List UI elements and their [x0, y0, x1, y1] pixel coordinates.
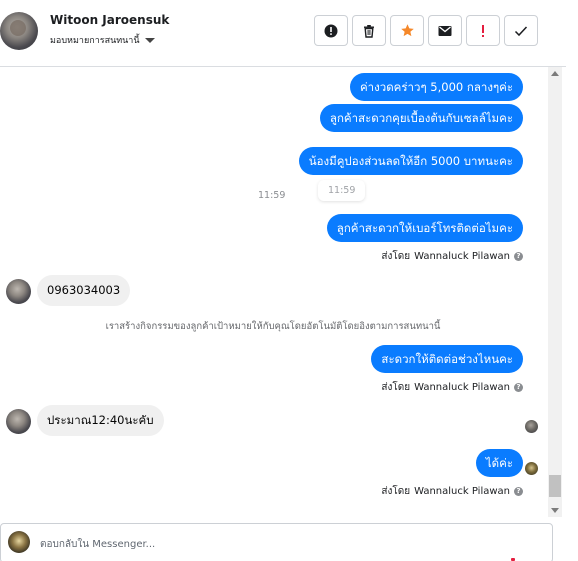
message-outgoing[interactable]: ลูกค้าสะดวกให้เบอร์โทรติดต่อไมคะ	[326, 214, 523, 242]
message-incoming[interactable]: 0963034003	[37, 275, 131, 306]
envelope-icon	[438, 25, 452, 36]
trash-icon	[364, 24, 374, 38]
exclamation-icon	[482, 24, 484, 37]
message-thread[interactable]: ค่างวดคร่าวๆ 5,000 กลางๆค่ะ ลูกค้าสะดวกค…	[0, 67, 566, 515]
read-receipt-avatar	[525, 420, 538, 433]
header-actions	[314, 15, 538, 46]
conversation-header: Witoon Jaroensuk มอบหมายการสนทนานี้	[0, 0, 566, 67]
assign-conversation-dropdown[interactable]: มอบหมายการสนทนานี้	[50, 33, 155, 47]
star-icon	[400, 24, 414, 37]
contact-name[interactable]: Witoon Jaroensuk	[50, 13, 169, 27]
priority-button[interactable]	[466, 15, 500, 46]
message-outgoing[interactable]: ได้ค่ะ	[475, 449, 523, 477]
sent-by-prefix: ส่งโดย	[381, 382, 411, 393]
scroll-down-arrow-icon[interactable]	[551, 508, 559, 513]
sender-name[interactable]: Wannaluck Pilawan	[414, 251, 510, 262]
message-outgoing[interactable]: ค่างวดคร่าวๆ 5,000 กลางๆค่ะ	[349, 73, 523, 101]
page-avatar	[8, 531, 30, 553]
report-button[interactable]	[314, 15, 348, 46]
sender-name[interactable]: Wannaluck Pilawan	[414, 382, 510, 393]
message-timestamp: 11:59	[258, 190, 286, 201]
scrollbar[interactable]	[548, 67, 562, 517]
info-icon[interactable]: ?	[514, 383, 523, 392]
sent-by-label: ส่งโดย Wannaluck Pilawan ?	[381, 484, 523, 499]
scroll-up-arrow-icon[interactable]	[551, 71, 559, 76]
contact-avatar[interactable]	[0, 12, 38, 50]
mark-done-button[interactable]	[504, 15, 538, 46]
sent-by-prefix: ส่งโดย	[381, 486, 411, 497]
reply-composer[interactable]: ตอบกลับใน Messenger...	[0, 523, 553, 561]
timestamp-tooltip: 11:59	[318, 180, 366, 201]
scrollbar-thumb[interactable]	[549, 475, 561, 497]
contact-avatar-small[interactable]	[6, 279, 31, 304]
mark-unread-button[interactable]	[428, 15, 462, 46]
star-button[interactable]	[390, 15, 424, 46]
sent-by-prefix: ส่งโดย	[381, 251, 411, 262]
message-outgoing[interactable]: ลูกค้าสะดวกคุยเบื้องต้นกับเซลล์ไมคะ	[319, 104, 523, 132]
sender-name[interactable]: Wannaluck Pilawan	[414, 486, 510, 497]
info-icon[interactable]: ?	[514, 487, 523, 496]
alert-circle-icon	[324, 24, 338, 37]
message-outgoing[interactable]: สะดวกให้ติดต่อช่วงไหนคะ	[371, 345, 523, 373]
message-incoming[interactable]: ประมาณ12:40นะคับ	[37, 405, 164, 436]
info-icon[interactable]: ?	[514, 252, 523, 261]
system-note: เราสร้างกิจกรรมของลูกค้าเป้าหมายให้กับคุ…	[105, 321, 441, 332]
message-outgoing[interactable]: น้องมีคูปองส่วนลดให้อีก 5000 บาทนะคะ	[298, 147, 523, 175]
read-receipt-avatar	[525, 462, 538, 475]
assign-label: มอบหมายการสนทนานี้	[50, 36, 140, 46]
checkmark-icon	[514, 25, 528, 36]
chevron-down-icon	[144, 38, 155, 43]
delete-button[interactable]	[352, 15, 386, 46]
reply-input[interactable]: ตอบกลับใน Messenger...	[40, 537, 155, 552]
sent-by-label: ส่งโดย Wannaluck Pilawan ?	[381, 380, 523, 395]
contact-avatar-small[interactable]	[6, 409, 31, 434]
sent-by-label: ส่งโดย Wannaluck Pilawan ?	[381, 249, 523, 264]
